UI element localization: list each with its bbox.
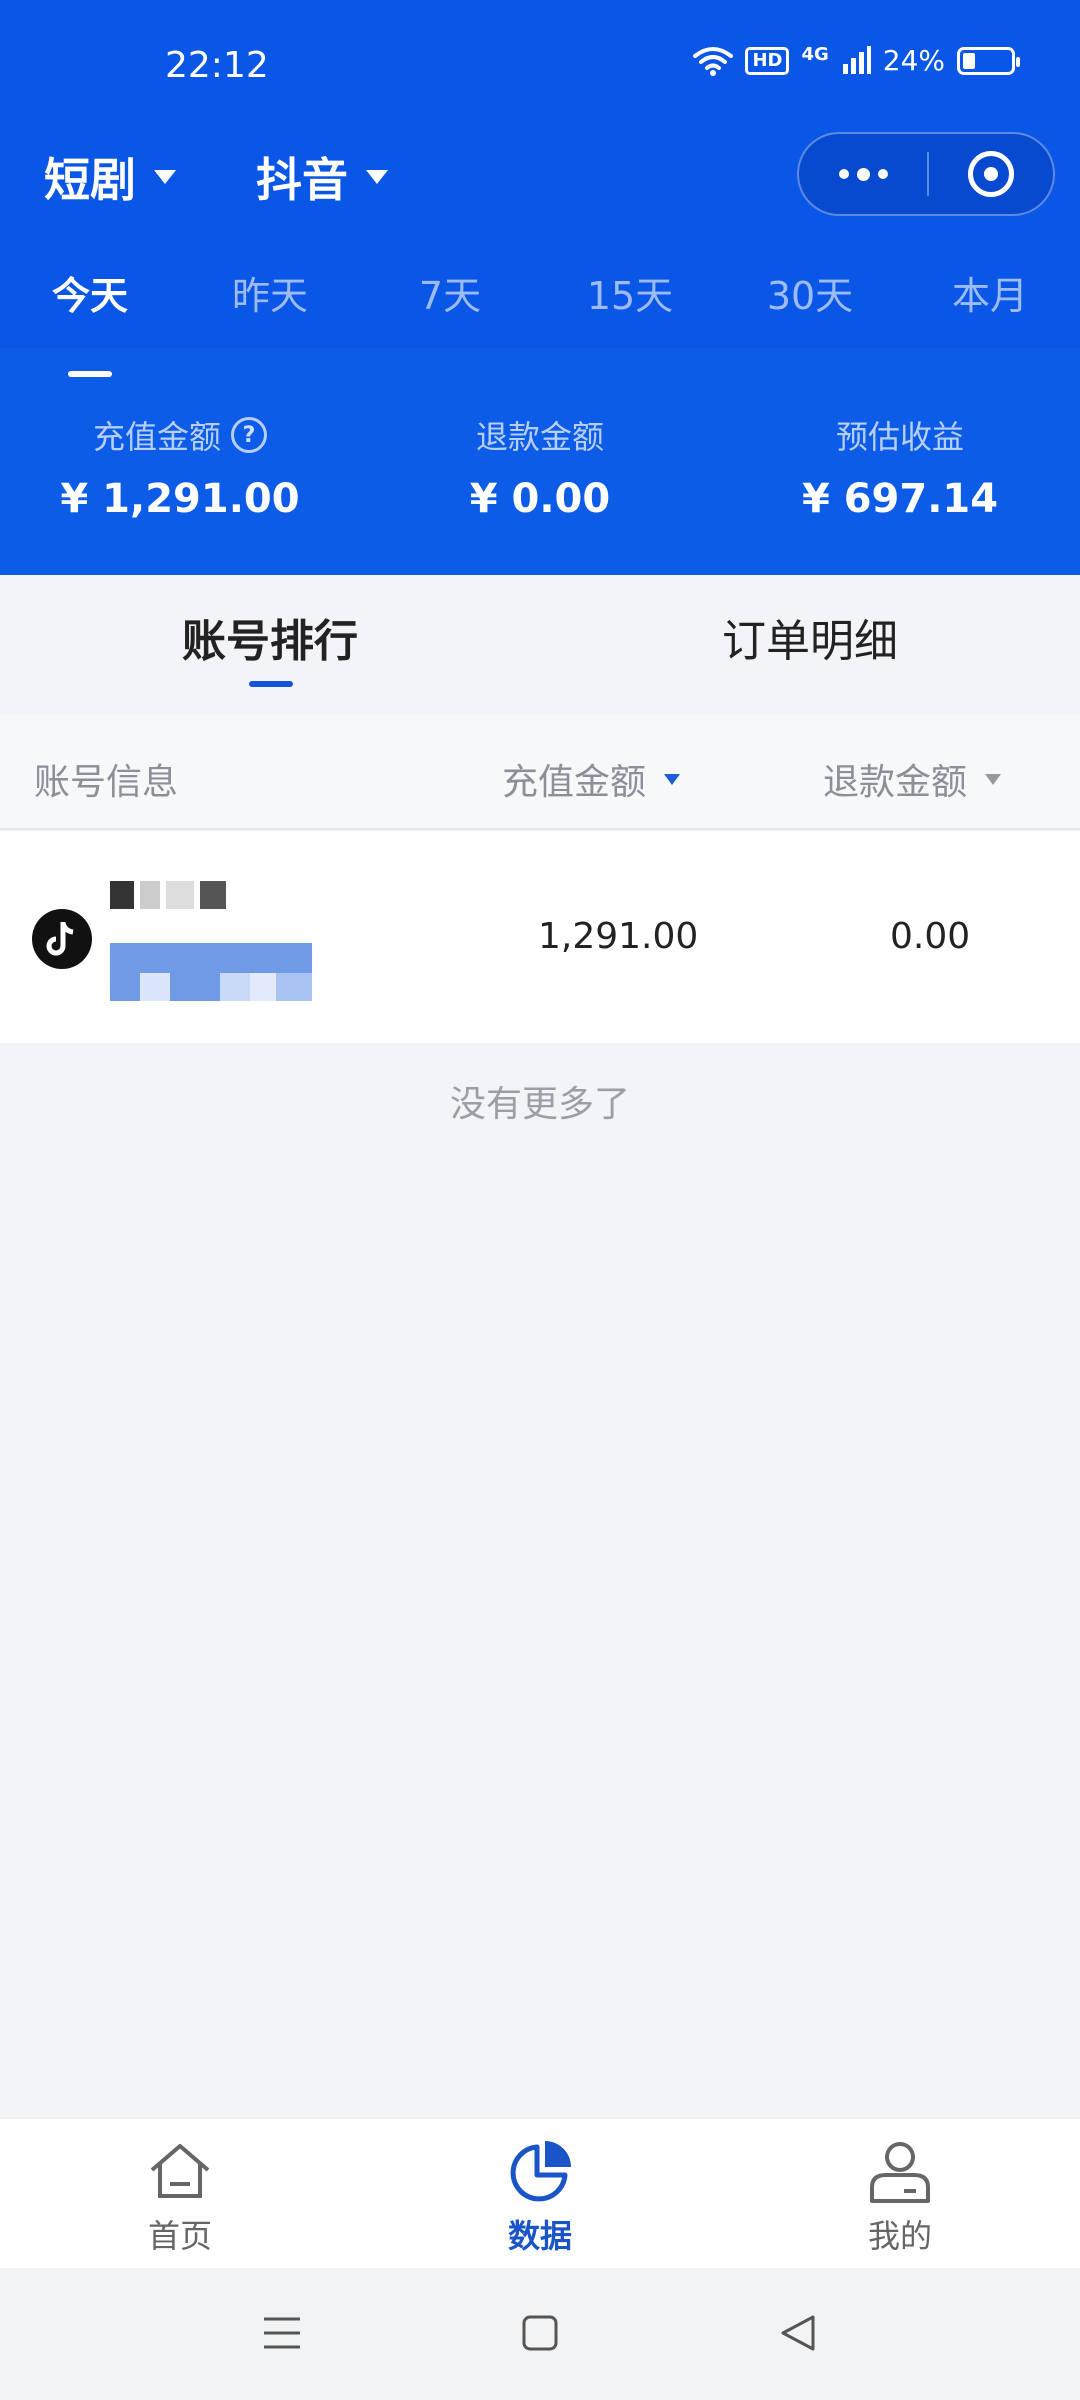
column-refund-sort[interactable]: 退款金额 [823, 753, 1002, 805]
tab-7days[interactable]: 7天 [360, 265, 540, 320]
pie-chart-icon [440, 2137, 640, 2207]
tab-30days[interactable]: 30天 [720, 265, 900, 320]
summary-earnings-label: 预估收益 [835, 418, 964, 456]
no-more-text: 没有更多了 [449, 1084, 630, 1125]
summary-recharge: 充值金额 ? ¥ 1,291.00 [0, 412, 360, 522]
more-button[interactable] [799, 134, 927, 214]
menu-icon [264, 2317, 300, 2349]
table-row[interactable]: 1,291.00 0.00 [0, 831, 1080, 1043]
tab-today[interactable]: 今天 [0, 265, 180, 377]
column-label: 退款金额 [823, 762, 968, 803]
segment-tabs: 账号排行 订单明细 [0, 575, 1080, 715]
dot-icon [856, 167, 870, 181]
nav-mine[interactable]: 我的 [800, 2137, 1000, 2257]
active-tab-indicator [68, 371, 112, 377]
summary-recharge-value: ¥ 1,291.00 [60, 476, 300, 522]
account-id-redacted [110, 943, 312, 1001]
sort-desc-icon [664, 773, 681, 785]
caret-down-icon [366, 170, 388, 184]
summary-refund: 退款金额 ¥ 0.00 [360, 412, 720, 522]
tab-label: 15天 [586, 274, 674, 318]
miniprogram-capsule [797, 132, 1055, 216]
back-button[interactable] [768, 2308, 828, 2358]
nav-home-label: 首页 [147, 2217, 212, 2255]
caret-down-icon [154, 170, 176, 184]
tab-this-month[interactable]: 本月 [900, 265, 1080, 320]
tab-label: 30天 [766, 274, 854, 318]
sort-icon [985, 773, 1002, 785]
platform-label: 抖音 [256, 153, 348, 207]
nav-mine-label: 我的 [867, 2217, 932, 2255]
active-segment-indicator [249, 681, 293, 687]
row-recharge-value: 1,291.00 [538, 916, 699, 957]
summary-earnings: 预估收益 ¥ 697.14 [720, 412, 1080, 522]
column-account-info: 账号信息 [34, 753, 178, 805]
summary-refund-value: ¥ 0.00 [469, 476, 611, 522]
square-icon [522, 2315, 558, 2351]
summary-recharge-label-wrap: 充值金额 ? [93, 412, 267, 458]
menu-button[interactable] [252, 2308, 312, 2358]
nav-data-label: 数据 [507, 2217, 572, 2255]
dot-icon [877, 169, 888, 179]
help-icon[interactable]: ? [231, 417, 267, 453]
summary-earnings-value: ¥ 697.14 [801, 476, 999, 522]
nav-data[interactable]: 数据 [440, 2137, 640, 2257]
home-icon [80, 2137, 280, 2207]
tab-label: 7天 [418, 274, 482, 318]
user-icon [800, 2137, 1000, 2207]
tab-label: 昨天 [231, 274, 308, 318]
summary-refund-label: 退款金额 [475, 418, 604, 456]
bottom-nav: 首页 数据 我的 [0, 2118, 1080, 2268]
tab-yesterday[interactable]: 昨天 [180, 265, 360, 320]
tab-label: 今天 [51, 274, 128, 318]
close-miniprogram-button[interactable] [929, 151, 1053, 197]
dot-icon [838, 169, 849, 179]
status-time: 22:12 [165, 45, 269, 86]
status-icons: HD 4G 24% [693, 44, 1020, 77]
status-bar: 22:12 HD 4G 24% [0, 0, 1080, 130]
home-button[interactable] [510, 2308, 570, 2358]
account-name-redacted [110, 881, 260, 909]
tiktok-icon [32, 909, 92, 969]
network-type: 4G [801, 44, 829, 65]
date-tabs: 今天 昨天 7天 15天 30天 本月 [0, 233, 1080, 377]
top-nav: 短剧 抖音 [0, 130, 1080, 230]
category-dropdown[interactable]: 短剧 [44, 144, 176, 210]
tab-order-details[interactable]: 订单明细 [540, 605, 1080, 669]
back-triangle-icon [781, 2315, 815, 2351]
tab-account-ranking[interactable]: 账号排行 [0, 605, 540, 669]
wifi-icon [693, 46, 734, 76]
tab-label: 本月 [951, 274, 1028, 318]
platform-dropdown[interactable]: 抖音 [256, 144, 388, 210]
target-icon [968, 151, 1014, 197]
battery-icon [957, 46, 1020, 75]
system-nav-bar [0, 2268, 1080, 2400]
category-label: 短剧 [44, 153, 136, 207]
column-label: 账号信息 [34, 762, 179, 803]
table-header: 账号信息 充值金额 退款金额 [0, 715, 1080, 830]
battery-percent: 24% [882, 44, 945, 77]
nav-home[interactable]: 首页 [80, 2137, 280, 2257]
tab-15days[interactable]: 15天 [540, 265, 720, 320]
row-refund-value: 0.00 [890, 916, 971, 957]
summary-recharge-label: 充值金额 [92, 418, 221, 456]
signal-icon [842, 45, 871, 74]
hd-badge: HD [745, 46, 790, 75]
column-label: 充值金额 [502, 762, 647, 803]
column-recharge-sort[interactable]: 充值金额 [502, 753, 681, 805]
